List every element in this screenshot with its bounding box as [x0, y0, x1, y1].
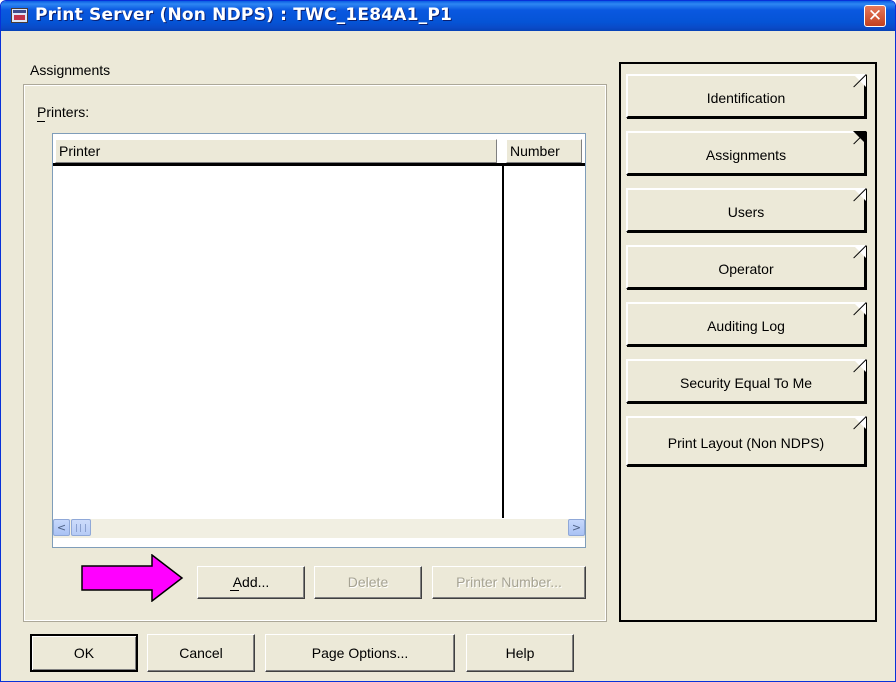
help-button[interactable]: Help	[466, 634, 574, 672]
title-bar[interactable]: Print Server (Non NDPS) : TWC_1E84A1_P1 …	[1, 1, 895, 31]
printers-label: Printers:	[37, 104, 90, 120]
tab-users[interactable]: Users	[626, 188, 866, 232]
page-options-button[interactable]: Page Options...	[265, 634, 455, 672]
assignments-section-title: Assignments	[30, 62, 111, 78]
pointer-arrow-icon	[81, 554, 184, 602]
ok-button[interactable]: OK	[30, 634, 138, 672]
scroll-left-icon: <	[56, 521, 67, 534]
printers-list[interactable]	[52, 133, 586, 548]
printer-number-button[interactable]: Printer Number...	[432, 566, 586, 599]
tab-security-equal-to-me[interactable]: Security Equal To Me	[626, 359, 866, 403]
page-corner-icon	[853, 74, 866, 87]
column-header-printer[interactable]: Printer	[55, 139, 497, 163]
tab-assignments[interactable]: Assignments	[626, 131, 866, 175]
page-corner-icon	[853, 416, 866, 429]
page-corner-icon	[853, 245, 866, 258]
scroll-right-button[interactable]: >	[568, 519, 585, 536]
tab-identification[interactable]: Identification	[626, 74, 866, 118]
tab-print-layout[interactable]: Print Layout (Non NDPS)	[626, 416, 866, 466]
close-button[interactable]: ✕	[864, 5, 886, 27]
scroll-left-button[interactable]: <	[53, 519, 70, 536]
tab-operator[interactable]: Operator	[626, 245, 866, 289]
app-window-icon	[11, 8, 28, 23]
add-button[interactable]: Add...	[197, 566, 305, 599]
printers-label-mnemonic	[37, 121, 45, 122]
column-header-number[interactable]: Number	[506, 139, 582, 163]
header-separator	[53, 163, 585, 166]
delete-button[interactable]: Delete	[314, 566, 422, 599]
page-corner-icon	[853, 188, 866, 201]
page-corner-icon	[853, 302, 866, 315]
horizontal-scrollbar[interactable]: < >	[53, 519, 585, 538]
scroll-thumb[interactable]	[71, 519, 91, 536]
cancel-button[interactable]: Cancel	[147, 634, 255, 672]
page-corner-icon	[853, 359, 866, 372]
tab-auditing-log[interactable]: Auditing Log	[626, 302, 866, 346]
scroll-right-icon: >	[571, 521, 582, 534]
window-title: Print Server (Non NDPS) : TWC_1E84A1_P1	[35, 5, 453, 25]
close-icon: ✕	[867, 6, 883, 26]
page-corner-icon	[853, 131, 866, 144]
column-divider[interactable]	[502, 163, 504, 518]
add-mnemonic	[230, 590, 239, 591]
